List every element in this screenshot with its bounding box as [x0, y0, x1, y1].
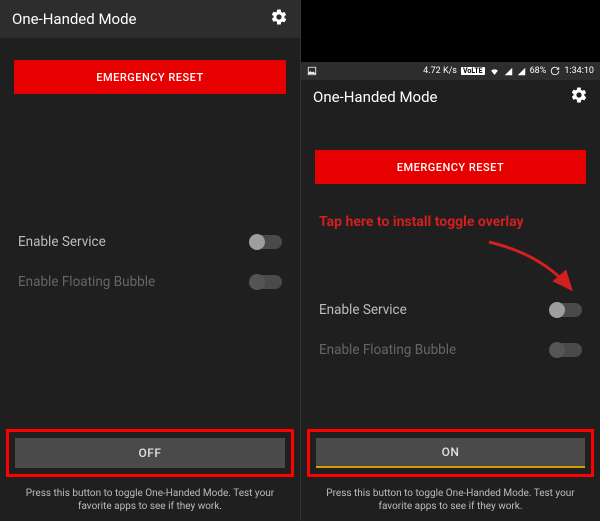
highlight-box: OFF: [6, 429, 294, 477]
enable-service-label: Enable Service: [319, 302, 550, 318]
status-bar: 4.72 K/s VoLTE 68% 1:34:10: [301, 62, 600, 80]
emergency-reset-button[interactable]: EMERGENCY RESET: [14, 60, 286, 94]
enable-service-row[interactable]: Enable Service: [0, 222, 300, 262]
clock-time: 1:34:10: [564, 66, 594, 76]
enable-bubble-row: Enable Floating Bubble: [301, 330, 600, 370]
gear-icon[interactable]: [270, 8, 288, 30]
app-title: One-Handed Mode: [313, 88, 438, 106]
enable-bubble-toggle: [550, 343, 582, 357]
enable-bubble-label: Enable Floating Bubble: [319, 342, 550, 358]
enable-service-toggle[interactable]: [250, 235, 282, 249]
emergency-reset-button[interactable]: EMERGENCY RESET: [315, 150, 586, 184]
left-panel: One-Handed Mode EMERGENCY RESET Enable S…: [0, 0, 300, 521]
image-icon: [307, 66, 317, 76]
network-speed: 4.72 K/s: [423, 66, 457, 76]
signal-icon-2: [517, 67, 526, 76]
gear-icon[interactable]: [570, 86, 588, 108]
app-title: One-Handed Mode: [12, 10, 137, 28]
enable-service-label: Enable Service: [18, 234, 250, 250]
signal-icon-1: [504, 67, 513, 76]
volte-badge: VoLTE: [461, 67, 485, 75]
app-header: One-Handed Mode: [301, 80, 600, 114]
enable-bubble-row: Enable Floating Bubble: [0, 262, 300, 302]
enable-service-toggle[interactable]: [550, 303, 582, 317]
toggle-mode-button[interactable]: ON: [316, 438, 585, 468]
blank-area: [301, 0, 600, 62]
toggle-mode-button[interactable]: OFF: [15, 438, 285, 468]
hint-text: Press this button to toggle One-Handed M…: [301, 483, 600, 521]
wifi-icon: [489, 67, 500, 76]
app-header: One-Handed Mode: [0, 0, 300, 38]
hint-text: Press this button to toggle One-Handed M…: [0, 483, 300, 521]
enable-bubble-toggle: [250, 275, 282, 289]
enable-service-row[interactable]: Enable Service: [301, 290, 600, 330]
enable-bubble-label: Enable Floating Bubble: [18, 274, 250, 290]
right-panel: 4.72 K/s VoLTE 68% 1:34:10 One-Handed Mo…: [300, 0, 600, 521]
annotation-text: Tap here to install toggle overlay: [301, 214, 600, 230]
battery-pct: 68%: [530, 66, 547, 76]
highlight-box: ON: [307, 429, 594, 477]
sync-icon: [550, 66, 560, 76]
